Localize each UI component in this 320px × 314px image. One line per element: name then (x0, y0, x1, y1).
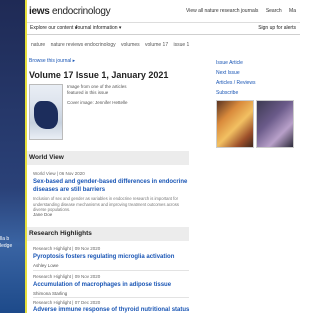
side-ad-line-2: ledge (0, 243, 13, 249)
cover-illustration (34, 101, 58, 129)
breadcrumb-item: issue 1 (173, 42, 190, 48)
sidebar-link[interactable]: Issue Article (216, 58, 296, 68)
logo-name: endocrinology (49, 6, 111, 17)
explore-menu[interactable]: Explore our content ▾ (30, 22, 77, 34)
browse-journal-link[interactable]: Browse this journal ▸ (29, 58, 75, 64)
side-ad-line-1: lla b (0, 236, 10, 242)
promo-image-2[interactable] (256, 100, 294, 148)
article-headline[interactable]: Pyroptosis fosters regulating microglia … (33, 253, 193, 261)
article-author: Jane Doe (33, 212, 53, 217)
breadcrumb-item[interactable]: nature (31, 42, 45, 48)
article-summary: Inclusion of sex and gender as variables… (33, 196, 179, 212)
cover-credit: Cover image: Jennifer Hettelle (67, 100, 128, 105)
top-nav: View all nature research journals Search… (180, 8, 296, 14)
article-headline[interactable]: Accumulation of macrophages in adipose t… (33, 281, 193, 289)
journal-page: iews endocrinology View all nature resea… (25, 0, 300, 313)
issue-title: Volume 17 Issue 1, January 2021 (29, 70, 169, 80)
article-meta: Research Highlight | 09 Nov 2020 (33, 274, 101, 279)
issue-description: Image from one of the articles featured … (67, 84, 127, 95)
article-meta: Research Highlight | 09 Nov 2020 (33, 246, 101, 251)
side-ad-text: lla b ledge (0, 236, 27, 250)
search-link[interactable]: Search (266, 8, 282, 14)
logo-prefix: iews (29, 6, 50, 17)
sub-nav: Explore our content ▾ Journal informatio… (27, 22, 300, 35)
article-meta: Research Highlight | 07 Dec 2020 (33, 300, 101, 305)
journal-info-menu[interactable]: Journal information ▾ (75, 22, 121, 34)
article-headline[interactable]: Sex-based and gender-based differences i… (33, 178, 193, 194)
article-author: Shimona Starling (33, 291, 68, 296)
all-journals-link[interactable]: View all nature research journals (186, 8, 258, 14)
journal-logo[interactable]: iews endocrinology (29, 6, 111, 17)
research-highlights-heading: Research Highlights (27, 227, 189, 241)
article-author: Ashley Lowe (33, 263, 59, 268)
alerts-link[interactable]: Sign up for alerts (258, 22, 296, 34)
breadcrumb: nature nature reviews endocrinology volu… (31, 42, 193, 48)
world-view-heading: World View (27, 151, 189, 165)
sidebar-link[interactable]: Subscribe (216, 88, 296, 98)
breadcrumb-item[interactable]: nature reviews endocrinology (51, 42, 116, 48)
sidebar-link[interactable]: Articles / Reviews (216, 78, 296, 88)
promo-image-1[interactable] (216, 100, 254, 148)
right-sidebar-links: Issue Article Next Issue Articles / Revi… (216, 58, 296, 98)
article-meta: World View | 06 Nov 2020 (33, 171, 85, 176)
account-link[interactable]: Ma (289, 8, 296, 14)
breadcrumb-item[interactable]: volume 17 (145, 42, 168, 48)
page-background-left: lla b ledge (0, 0, 27, 313)
sidebar-link[interactable]: Next Issue (216, 68, 296, 78)
breadcrumb-item[interactable]: volumes (121, 42, 140, 48)
divider (33, 297, 189, 298)
divider (33, 270, 189, 271)
issue-cover-image[interactable] (29, 84, 63, 140)
top-bar: iews endocrinology View all nature resea… (27, 0, 300, 23)
